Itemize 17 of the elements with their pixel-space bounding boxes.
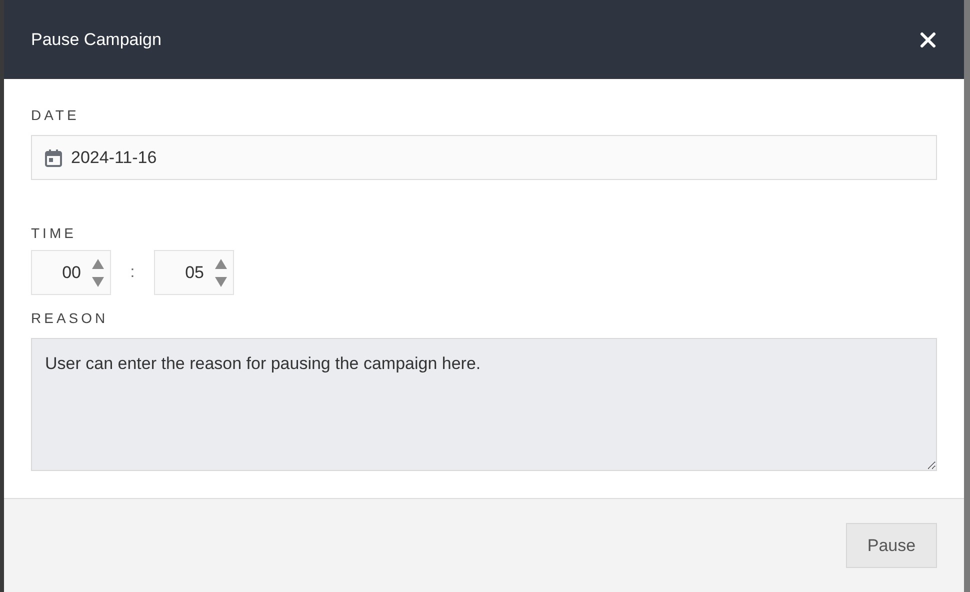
dialog-title: Pause Campaign xyxy=(31,28,162,51)
field-label: DATE xyxy=(31,108,80,122)
spinner-icon[interactable] xyxy=(91,256,105,288)
field-label: REASON xyxy=(31,311,110,325)
close-icon[interactable] xyxy=(920,32,936,48)
reason-field[interactable]: User can enter the reason for pausing the campaign here. xyxy=(31,338,937,471)
pause-button[interactable]: Pause xyxy=(846,523,937,568)
minute-field[interactable]: 05 xyxy=(154,250,234,295)
field-label: TIME xyxy=(31,226,78,240)
date-value: 2024-11-16 xyxy=(71,146,157,169)
calendar-icon xyxy=(45,148,62,166)
time-separator: : xyxy=(129,262,136,282)
hour-value: 00 xyxy=(62,262,81,284)
hour-field[interactable]: 00 xyxy=(31,250,111,295)
date-field[interactable]: 2024-11-16 xyxy=(31,135,937,180)
minute-value: 05 xyxy=(185,262,204,284)
spinner-icon[interactable] xyxy=(214,256,228,288)
